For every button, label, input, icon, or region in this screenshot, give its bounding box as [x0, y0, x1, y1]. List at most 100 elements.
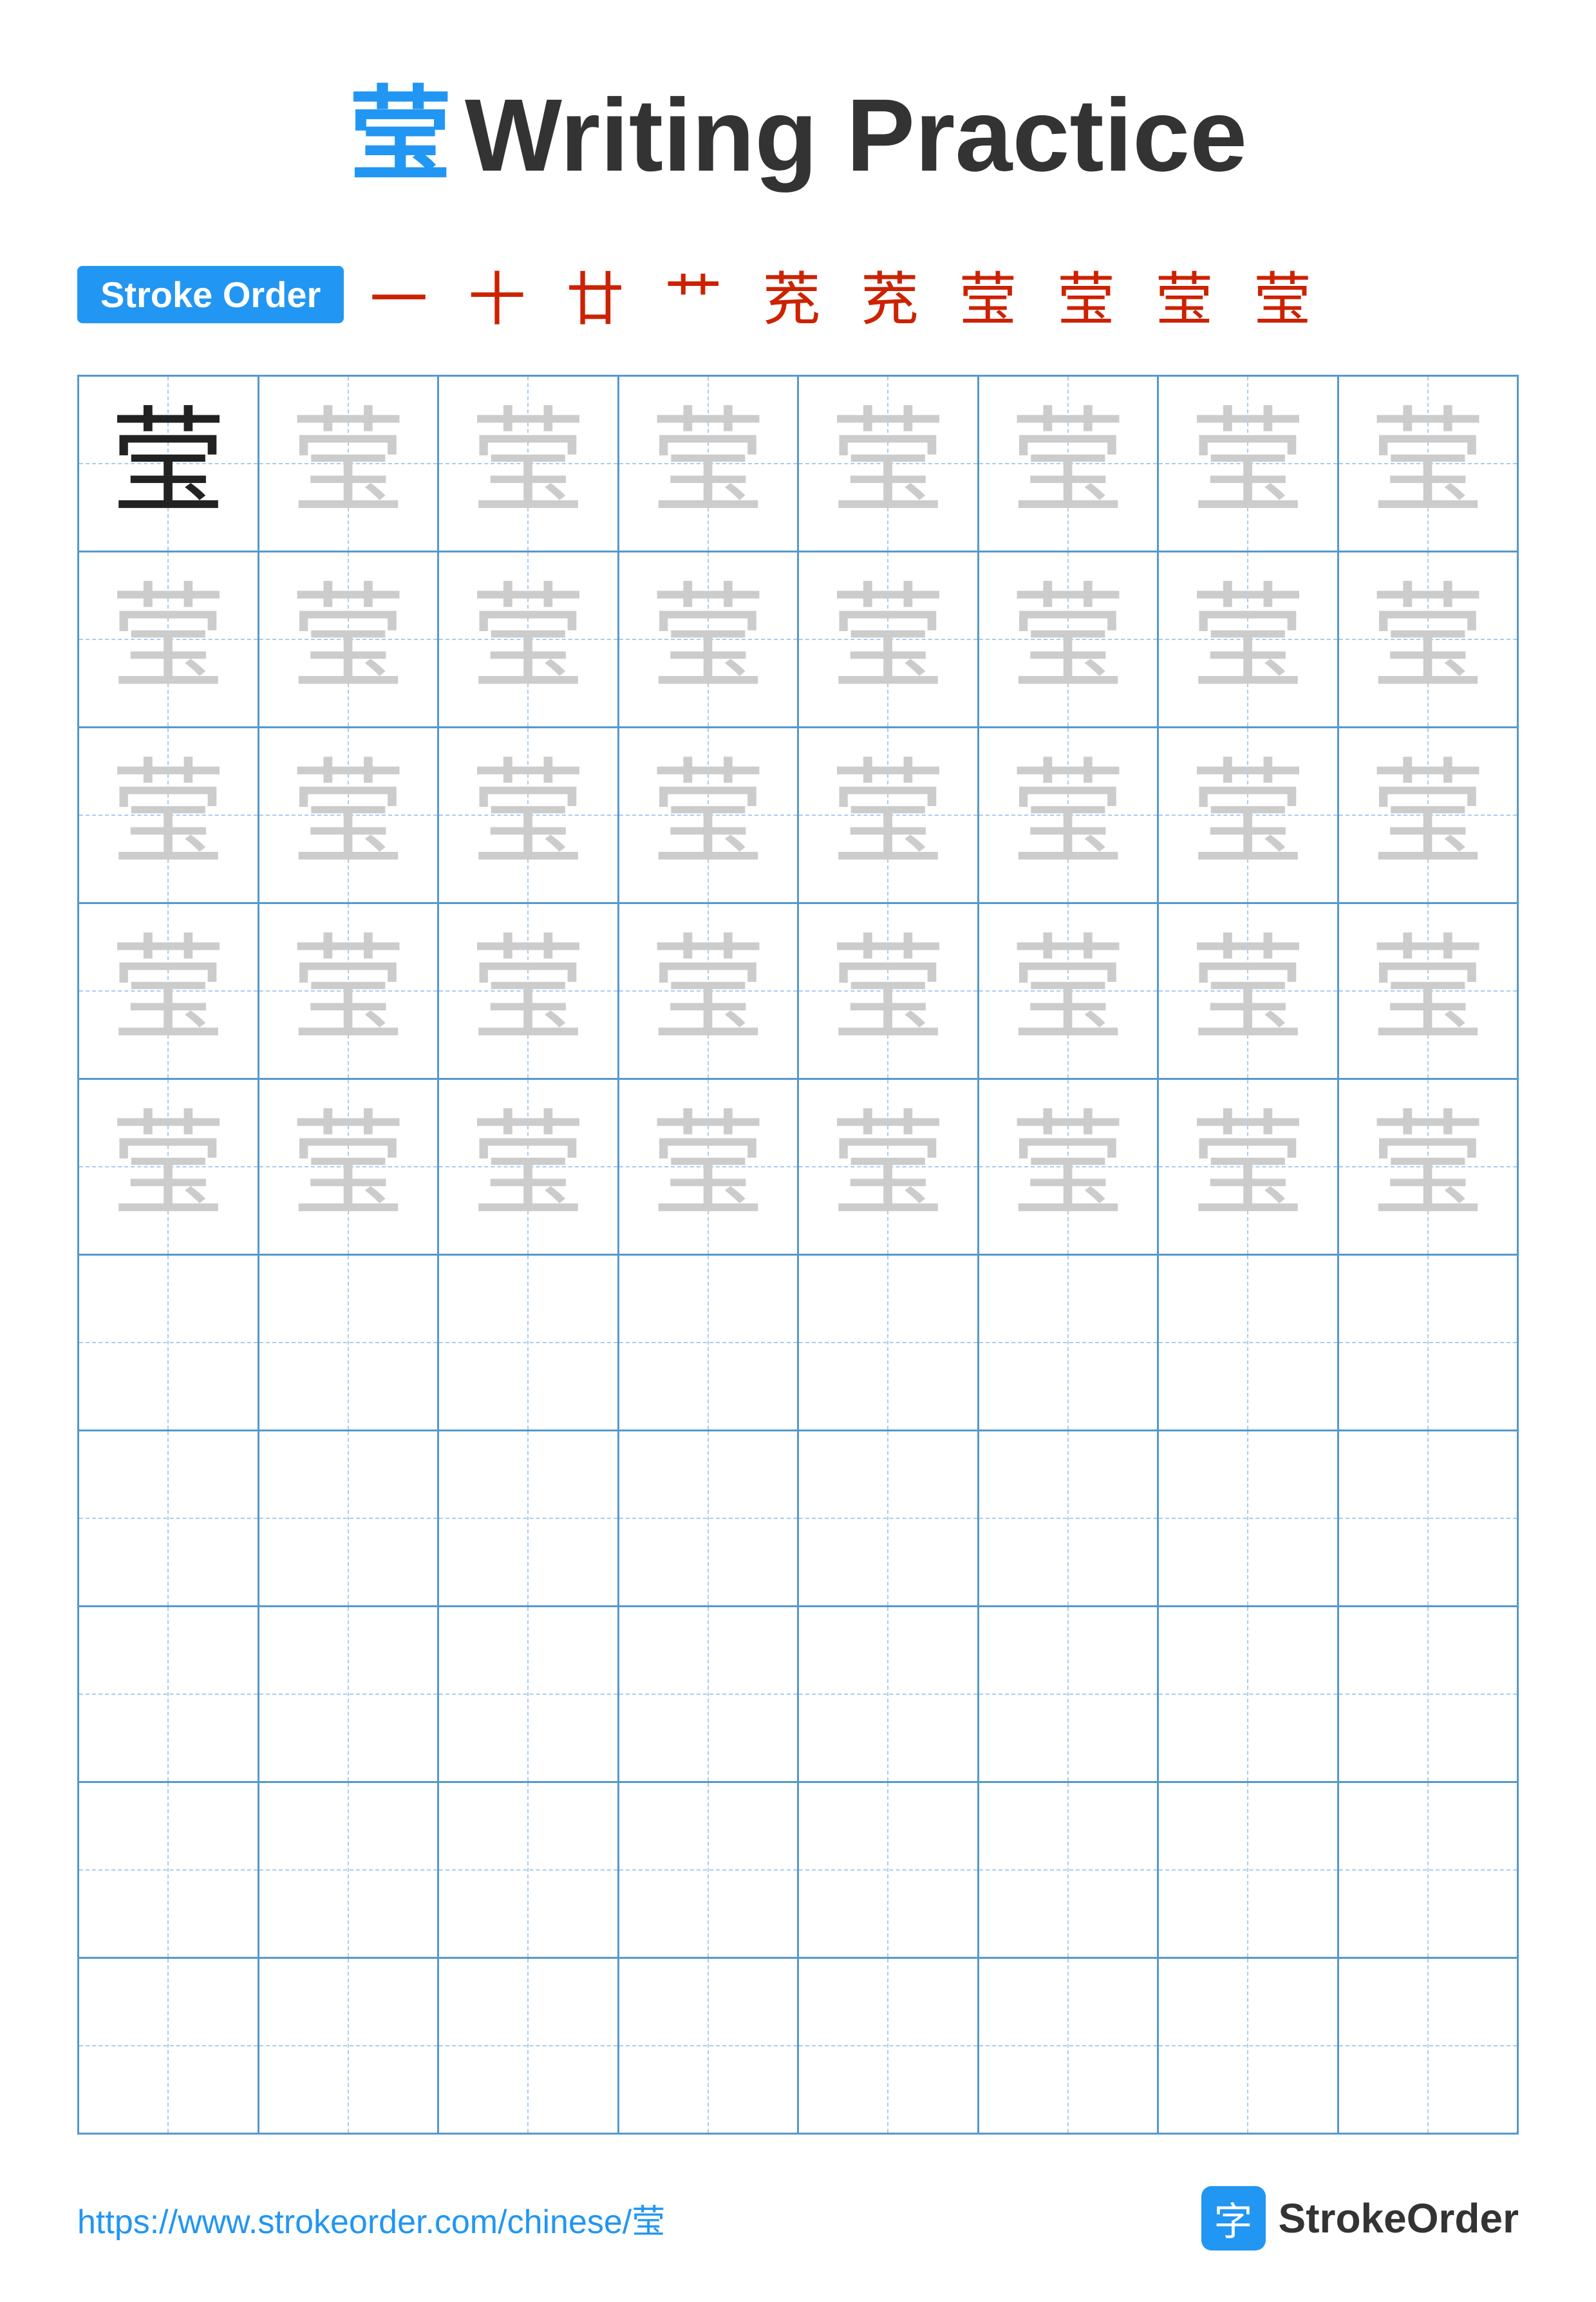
grid-cell: 莹 [259, 904, 440, 1078]
grid-cell-empty[interactable] [259, 1783, 440, 1957]
grid-cell: 莹 [259, 1080, 440, 1254]
practice-char-light: 莹 [470, 406, 586, 522]
grid-cell: 莹 [619, 904, 800, 1078]
grid-cell-empty[interactable] [259, 1256, 440, 1429]
grid-cell-empty[interactable] [1159, 1431, 1339, 1605]
grid-cell: 莹 [979, 904, 1159, 1078]
grid-cell-empty[interactable] [1159, 1783, 1339, 1957]
grid-cell-empty[interactable] [1159, 1256, 1339, 1429]
grid-cell: 莹 [79, 377, 259, 551]
page: 莹Writing Practice Stroke Order 一 十 廿 艹 茺… [0, 0, 1596, 2302]
grid-cell-empty[interactable] [619, 1959, 800, 2133]
grid-cell-empty[interactable] [619, 1607, 800, 1781]
practice-char-light: 莹 [650, 406, 766, 522]
grid-cell-empty[interactable] [439, 1256, 619, 1429]
grid-cell-empty[interactable] [1159, 1607, 1339, 1781]
grid-cell-empty[interactable] [1339, 1959, 1517, 2133]
grid-row-empty [79, 1783, 1517, 1959]
practice-char-light: 莹 [1190, 933, 1306, 1049]
grid-cell: 莹 [619, 1080, 800, 1254]
grid-cell: 莹 [1339, 377, 1517, 551]
grid-row: 莹 莹 莹 莹 莹 莹 莹 莹 [79, 904, 1517, 1080]
grid-cell-empty[interactable] [799, 1959, 979, 2133]
stroke-order-badge: Stroke Order [77, 266, 344, 323]
grid-cell-empty[interactable] [1339, 1256, 1517, 1429]
grid-cell-empty[interactable] [799, 1783, 979, 1957]
grid-cell-empty[interactable] [979, 1959, 1159, 2133]
title-char: 莹 [349, 77, 452, 193]
grid-cell: 莹 [799, 377, 979, 551]
practice-char-light: 莹 [1370, 757, 1486, 873]
practice-char-light: 莹 [470, 757, 586, 873]
grid-cell-empty[interactable] [799, 1607, 979, 1781]
practice-char-light: 莹 [650, 581, 766, 697]
practice-char-light: 莹 [1370, 1109, 1486, 1225]
footer-url[interactable]: https://www.strokeorder.com/chinese/莹 [77, 2194, 665, 2243]
grid-cell: 莹 [799, 728, 979, 902]
grid-cell-empty[interactable] [439, 1783, 619, 1957]
grid-cell-empty[interactable] [619, 1783, 800, 1957]
grid-cell: 莹 [1339, 1080, 1517, 1254]
grid-cell: 莹 [1159, 1080, 1339, 1254]
grid-row: 莹 莹 莹 莹 莹 莹 莹 莹 [79, 377, 1517, 552]
grid-cell-empty[interactable] [79, 1959, 259, 2133]
grid-cell-empty[interactable] [79, 1431, 259, 1605]
grid-cell: 莹 [979, 552, 1159, 726]
grid-cell: 莹 [799, 1080, 979, 1254]
grid-cell-empty[interactable] [1339, 1431, 1517, 1605]
practice-char-dark: 莹 [110, 406, 226, 522]
grid-cell-empty[interactable] [259, 1959, 440, 2133]
grid-cell-empty[interactable] [619, 1256, 800, 1429]
stroke-order-row: Stroke Order 一 十 廿 艹 茺 茺 莹 莹 莹 莹 [77, 252, 1519, 336]
grid-cell-empty[interactable] [979, 1607, 1159, 1781]
practice-char-light: 莹 [290, 406, 406, 522]
grid-cell: 莹 [1339, 728, 1517, 902]
grid-cell: 莹 [259, 377, 440, 551]
grid-cell: 莹 [1159, 552, 1339, 726]
grid-cell: 莹 [439, 377, 619, 551]
grid-cell-empty[interactable] [1339, 1783, 1517, 1957]
grid-row: 莹 莹 莹 莹 莹 莹 莹 莹 [79, 1080, 1517, 1256]
grid-row: 莹 莹 莹 莹 莹 莹 莹 莹 [79, 552, 1517, 728]
practice-char-light: 莹 [470, 933, 586, 1049]
grid-cell-empty[interactable] [979, 1256, 1159, 1429]
grid-cell-empty[interactable] [979, 1783, 1159, 1957]
footer-logo: 字 StrokeOrder [1201, 2186, 1519, 2250]
grid-row-empty [79, 1431, 1517, 1607]
practice-char-light: 莹 [110, 933, 226, 1049]
grid-cell: 莹 [1159, 904, 1339, 1078]
grid-cell: 莹 [79, 904, 259, 1078]
footer: https://www.strokeorder.com/chinese/莹 字 … [77, 2186, 1519, 2250]
grid-cell-empty[interactable] [439, 1431, 619, 1605]
grid-cell-empty[interactable] [259, 1607, 440, 1781]
practice-char-light: 莹 [1190, 1109, 1306, 1225]
practice-grid: 莹 莹 莹 莹 莹 莹 莹 莹 [77, 375, 1519, 2135]
grid-cell-empty[interactable] [1339, 1607, 1517, 1781]
grid-cell-empty[interactable] [79, 1783, 259, 1957]
grid-cell-empty[interactable] [439, 1959, 619, 2133]
grid-cell-empty[interactable] [799, 1256, 979, 1429]
practice-char-light: 莹 [1370, 581, 1486, 697]
practice-char-light: 莹 [1010, 581, 1126, 697]
grid-cell: 莹 [439, 904, 619, 1078]
grid-cell-empty[interactable] [79, 1607, 259, 1781]
grid-cell: 莹 [1159, 377, 1339, 551]
practice-char-light: 莹 [290, 581, 406, 697]
practice-char-light: 莹 [470, 581, 586, 697]
grid-cell-empty[interactable] [1159, 1959, 1339, 2133]
practice-char-light: 莹 [290, 933, 406, 1049]
practice-char-light: 莹 [1370, 406, 1486, 522]
grid-cell: 莹 [259, 552, 440, 726]
grid-cell-empty[interactable] [619, 1431, 800, 1605]
grid-cell-empty[interactable] [439, 1607, 619, 1781]
grid-cell-empty[interactable] [79, 1256, 259, 1429]
grid-cell-empty[interactable] [259, 1431, 440, 1605]
practice-char-light: 莹 [830, 757, 946, 873]
grid-cell: 莹 [799, 904, 979, 1078]
practice-char-light: 莹 [830, 581, 946, 697]
grid-cell-empty[interactable] [799, 1431, 979, 1605]
grid-cell: 莹 [979, 728, 1159, 902]
practice-char-light: 莹 [1190, 406, 1306, 522]
grid-cell: 莹 [1159, 728, 1339, 902]
grid-cell-empty[interactable] [979, 1431, 1159, 1605]
